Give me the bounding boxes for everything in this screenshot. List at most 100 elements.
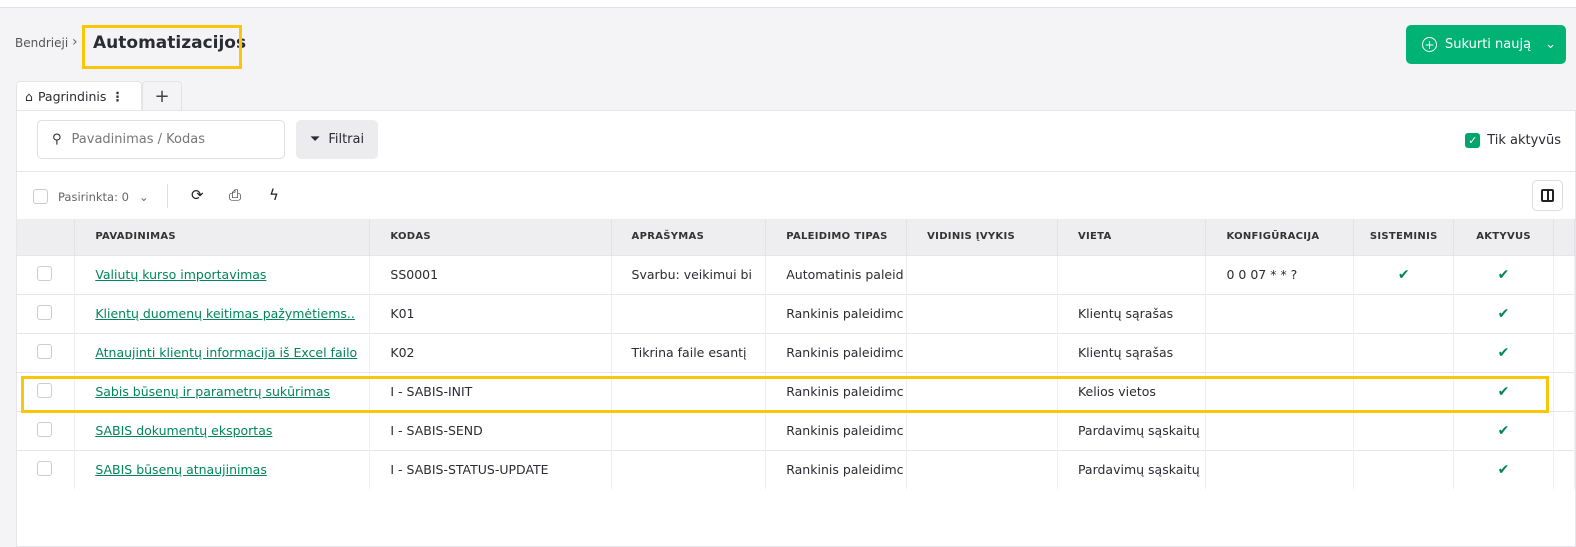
cell-system <box>1353 293 1455 333</box>
cell-place: Pardavimų sąskaitų <box>1057 410 1207 450</box>
column-header[interactable]: KODAS <box>369 219 612 255</box>
cell-desc <box>611 410 767 450</box>
checkbox-checked-icon: ✓ <box>1465 133 1481 148</box>
cell-system <box>1353 332 1455 372</box>
cell-event <box>906 449 1058 489</box>
automations-table: PAVADINIMAS KODAS APRAŠYMAS PALEIDIMO TIPAS… <box>17 219 1576 489</box>
row-checkbox[interactable] <box>37 382 52 398</box>
column-header[interactable]: VIDINIS ĮVYKIS <box>906 219 1058 255</box>
automation-link[interactable]: SABIS būsenų atnaujinimas <box>95 462 267 477</box>
automation-link[interactable]: Atnaujinti klientų informacija iš Excel … <box>95 345 357 360</box>
cell-name: Valiutų kurso importavimas <box>74 254 371 294</box>
cell-system <box>1353 449 1455 489</box>
check-icon: ✔ <box>1497 344 1510 361</box>
more-vertical-icon[interactable]: ⋮ <box>111 89 124 104</box>
only-active-checkbox[interactable]: ✓ Tik aktyvūs <box>1465 133 1561 148</box>
cell-place: Pardavimų sąskaitų <box>1057 449 1207 489</box>
cell-code: K02 <box>369 332 612 372</box>
row-checkbox[interactable] <box>37 265 52 281</box>
cell-type: Rankinis paleidimc <box>765 332 908 372</box>
cell-code: K01 <box>369 293 612 333</box>
column-header[interactable]: KONFIGŪRACIJA <box>1205 219 1355 255</box>
cell-type: Rankinis paleidimc <box>765 293 908 333</box>
selection-dropdown[interactable]: Pasirinkta: 0 ⌄ <box>33 189 149 204</box>
table-row[interactable]: Atnaujinti klientų informacija iš Excel … <box>17 332 1576 372</box>
cell-name: Klientų duomenų keitimas pažymėtiems.. <box>74 293 371 333</box>
automation-link[interactable]: SABIS dokumentų eksportas <box>95 423 272 438</box>
cell-system: ✔ <box>1353 254 1455 294</box>
cell-type: Rankinis paleidimc <box>765 449 908 489</box>
table-row[interactable]: Klientų duomenų keitimas pažymėtiems.. K0… <box>17 293 1576 333</box>
chevron-right-icon: › <box>72 34 78 50</box>
spacer-cell <box>1553 254 1576 294</box>
cell-place: Klientų sąrašas <box>1057 332 1207 372</box>
home-icon: ⌂ <box>25 88 33 104</box>
filter-button[interactable]: ⏷ Filtrai <box>296 120 378 159</box>
cell-code: SS0001 <box>369 254 612 294</box>
cell-system <box>1353 410 1455 450</box>
cell-code: I - SABIS-STATUS-UPDATE <box>369 449 612 489</box>
check-icon: ✔ <box>1497 383 1510 400</box>
create-new-button[interactable]: + Sukurti naują ⌄ <box>1406 25 1566 64</box>
cell-active: ✔ <box>1453 254 1554 294</box>
cell-type: Automatinis paleid <box>765 254 908 294</box>
lightning-icon[interactable]: ϟ <box>269 186 279 204</box>
search-placeholder: Pavadinimas / Kodas <box>71 132 205 147</box>
refresh-icon[interactable]: ⟳ <box>191 186 204 204</box>
browser-top-bar <box>0 0 1576 8</box>
automation-link[interactable]: Klientų duomenų keitimas pažymėtiems.. <box>95 306 355 321</box>
add-tab-button[interactable]: + <box>142 81 182 110</box>
row-checkbox[interactable] <box>37 460 52 476</box>
cell-desc <box>611 293 767 333</box>
spacer-cell <box>1553 293 1576 333</box>
row-checkbox[interactable] <box>37 343 52 359</box>
cell-desc: Svarbu: veikimui bi <box>611 254 767 294</box>
row-checkbox[interactable] <box>37 421 52 437</box>
plus-circle-icon: + <box>1422 37 1437 52</box>
cell-type: Rankinis paleidimc <box>765 371 908 411</box>
table-row[interactable]: SABIS dokumentų eksportas I - SABIS-SEND R… <box>17 410 1576 450</box>
print-icon[interactable]: ⎙ <box>229 186 241 204</box>
spacer-cell <box>1553 332 1576 372</box>
table-row[interactable]: Sabis būsenų ir parametrų sukūrimas I - S… <box>17 371 1576 411</box>
column-header[interactable]: AKTYVUS <box>1453 219 1554 255</box>
column-header[interactable]: APRAŠYMAS <box>611 219 767 255</box>
cell-config <box>1205 371 1355 411</box>
search-icon: ⚲ <box>52 132 62 147</box>
filter-label: Filtrai <box>328 132 365 147</box>
table-row[interactable]: SABIS būsenų atnaujinimas I - SABIS-STATU… <box>17 449 1576 489</box>
cell-code: I - SABIS-INIT <box>369 371 612 411</box>
cell-code: I - SABIS-SEND <box>369 410 612 450</box>
tab-pagrindinis[interactable]: ⌂ Pagrindinis ⋮ <box>16 81 142 110</box>
breadcrumb-parent[interactable]: Bendrieji <box>15 36 68 50</box>
check-icon: ✔ <box>1397 266 1410 283</box>
automation-link[interactable]: Sabis būsenų ir parametrų sukūrimas <box>95 384 330 399</box>
cell-name: SABIS dokumentų eksportas <box>74 410 371 450</box>
column-header[interactable]: VIETA <box>1057 219 1207 255</box>
table-row[interactable]: Valiutų kurso importavimas SS0001 Svarbu: … <box>17 254 1576 294</box>
row-checkbox[interactable] <box>37 304 52 320</box>
cell-name: Atnaujinti klientų informacija iš Excel … <box>74 332 371 372</box>
only-active-label: Tik aktyvūs <box>1487 133 1561 148</box>
column-header[interactable]: PAVADINIMAS <box>74 219 371 255</box>
selection-label: Pasirinkta: 0 <box>58 189 129 204</box>
column-header[interactable]: SISTEMINIS <box>1353 219 1455 255</box>
cell-system <box>1353 371 1455 411</box>
row-select-cell <box>17 410 76 450</box>
chevron-down-icon: ⌄ <box>1545 37 1556 52</box>
spacer-cell <box>1553 371 1576 411</box>
divider <box>167 184 168 208</box>
cell-desc <box>611 371 767 411</box>
columns-icon <box>1541 189 1554 202</box>
select-all-checkbox[interactable] <box>33 189 48 204</box>
search-input[interactable]: ⚲ Pavadinimas / Kodas <box>37 120 285 159</box>
spacer-cell <box>1553 449 1576 489</box>
cell-config <box>1205 332 1355 372</box>
columns-button[interactable] <box>1532 180 1563 211</box>
automation-link[interactable]: Valiutų kurso importavimas <box>95 267 266 282</box>
cell-place: Kelios vietos <box>1057 371 1207 411</box>
cell-active: ✔ <box>1453 449 1554 489</box>
row-select-cell <box>17 332 76 372</box>
column-header[interactable]: PALEIDIMO TIPAS <box>765 219 908 255</box>
check-icon: ✔ <box>1497 461 1510 478</box>
